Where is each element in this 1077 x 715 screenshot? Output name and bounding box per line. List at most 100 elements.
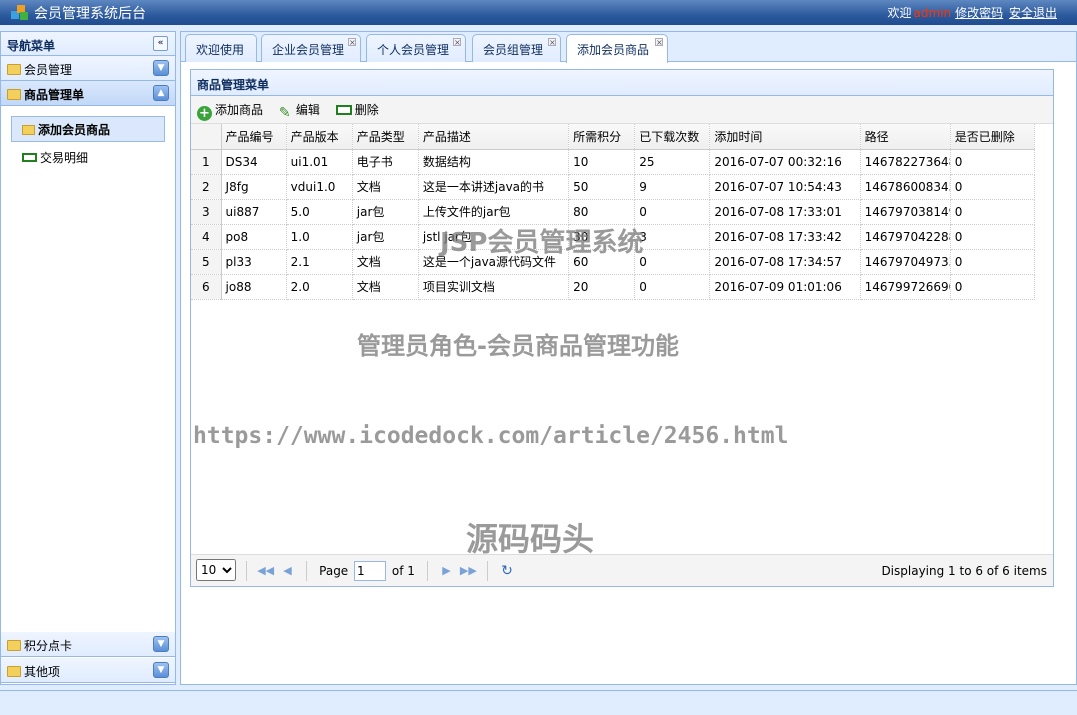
tab-enterprise-members[interactable]: 企业会员管理 × <box>261 34 361 62</box>
collapse-icon[interactable]: ▲ <box>153 85 169 101</box>
table-row[interactable]: 1 DS34 ui1.01 电子书 数据结构 10 25 2016-07-07 00:32:1… <box>191 149 1036 175</box>
change-password-link[interactable]: 修改密码 <box>955 6 1003 20</box>
table-cell: 2016-07-08 17:33:01 <box>709 199 861 225</box>
delete-button[interactable]: 删除 <box>335 101 379 118</box>
folder-icon <box>7 64 21 75</box>
collapse-panel-icon[interactable]: « <box>153 36 168 51</box>
row-number-header <box>191 124 222 150</box>
table-cell: ui1.01 <box>286 149 353 175</box>
nav-item-add-product[interactable]: 添加会员商品 <box>11 116 165 142</box>
table-cell: J8fg <box>221 174 287 200</box>
tab-member-groups[interactable]: 会员组管理 × <box>472 34 561 62</box>
add-product-button[interactable]: + 添加商品 <box>197 101 263 121</box>
refresh-icon[interactable]: ↻ <box>498 563 516 579</box>
table-cell: 项目实训文档 <box>418 274 570 300</box>
close-icon[interactable]: × <box>655 38 663 47</box>
table-cell: 电子书 <box>352 149 419 175</box>
expand-icon[interactable]: ▼ <box>153 60 169 76</box>
logout-link[interactable]: 安全退出 <box>1009 6 1057 20</box>
add-icon: + <box>197 106 212 121</box>
nav-section-other[interactable]: 其他项 ▼ <box>1 658 175 683</box>
table-cell: 25 <box>634 149 711 175</box>
nav-section-product[interactable]: 商品管理单 ▲ <box>1 81 175 106</box>
table-cell: 50 <box>568 174 636 200</box>
column-header[interactable]: 产品描述 <box>418 124 570 150</box>
table-row[interactable]: 4 po8 1.0 jar包 jstl jar包 30 3 2016-07-08 17:33:… <box>191 224 1036 250</box>
close-icon[interactable]: × <box>548 38 556 47</box>
nav-title: 导航菜单 <box>7 39 56 53</box>
tab-label: 个人会员管理 <box>377 43 450 57</box>
table-cell: vdui1.0 <box>286 174 353 200</box>
table-cell: 80 <box>568 199 636 225</box>
column-header[interactable]: 已下载次数 <box>634 124 711 150</box>
page-number-input[interactable] <box>354 560 387 581</box>
expand-icon[interactable]: ▼ <box>153 662 169 678</box>
table-cell: 2016-07-08 17:33:42 <box>709 224 861 250</box>
table-cell: 3 <box>634 224 711 250</box>
table-cell: 30 <box>568 224 636 250</box>
column-header[interactable]: 是否已删除 <box>950 124 1036 150</box>
column-header[interactable]: 路径 <box>860 124 951 150</box>
folder-icon <box>7 666 21 677</box>
table-cell: 这是一个java源代码文件 <box>418 249 570 275</box>
table-row[interactable]: 5 pl33 2.1 文档 这是一个java源代码文件 60 0 2016-07-08 17:… <box>191 249 1036 275</box>
table-cell: jar包 <box>352 224 419 250</box>
tab-welcome[interactable]: 欢迎使用 <box>185 34 257 62</box>
first-page-icon[interactable]: ◀◀ <box>257 564 275 577</box>
column-header[interactable]: 产品版本 <box>286 124 353 150</box>
tab-label: 会员组管理 <box>483 43 544 57</box>
folder-icon <box>22 125 35 135</box>
table-cell: ui887 <box>221 199 287 225</box>
nav-item-transactions[interactable]: 交易明细 <box>11 144 165 170</box>
separator <box>245 560 247 581</box>
table-row[interactable]: 6 jo88 2.0 文档 项目实训文档 20 0 2016-07-09 01:01:06 14… <box>191 274 1036 300</box>
table-cell: 60 <box>568 249 636 275</box>
column-header[interactable]: 产品编号 <box>221 124 287 150</box>
nav-section-label: 商品管理单 <box>24 88 85 102</box>
grid-toolbar: + 添加商品 ✎ 编辑 删除 <box>191 96 1053 124</box>
table-cell: 0 <box>950 224 1036 250</box>
table-cell: 2016-07-07 10:54:43 <box>709 174 861 200</box>
nav-section-label: 其他项 <box>24 665 61 679</box>
table-cell: 146782273648 <box>860 149 951 175</box>
separator <box>487 560 489 581</box>
close-icon[interactable]: × <box>348 38 356 47</box>
user-menu: 欢迎 admin 修改密码 安全退出 <box>888 4 1057 21</box>
nav-item-label: 添加会员商品 <box>38 123 111 137</box>
product-grid-panel: 商品管理菜单 + 添加商品 ✎ 编辑 删除 产品编号 产品版本 产品类型 产品描述 … <box>190 69 1054 587</box>
table-cell: jar包 <box>352 199 419 225</box>
column-header[interactable]: 所需积分 <box>568 124 636 150</box>
column-header[interactable]: 产品类型 <box>352 124 419 150</box>
card-icon <box>22 153 37 162</box>
table-row[interactable]: 2 J8fg vdui1.0 文档 这是一本讲述java的书 50 9 2016-07-07 … <box>191 174 1036 200</box>
tab-personal-members[interactable]: 个人会员管理 × <box>366 34 466 62</box>
table-cell: pl33 <box>221 249 287 275</box>
table-cell: 上传文件的jar包 <box>418 199 570 225</box>
username: admin <box>913 6 952 20</box>
app-title: 会员管理系统后台 <box>34 6 146 22</box>
nav-panel-header: 导航菜单 « <box>1 32 175 56</box>
close-icon[interactable]: × <box>453 38 461 47</box>
edit-button[interactable]: ✎ 编辑 <box>279 101 320 120</box>
row-number: 5 <box>191 249 222 275</box>
table-cell: 2.0 <box>286 274 353 300</box>
table-cell: 146797038149 <box>860 199 951 225</box>
table-cell: 9 <box>634 174 711 200</box>
column-header[interactable]: 添加时间 <box>709 124 861 150</box>
tab-add-member-product[interactable]: 添加会员商品 × <box>566 34 668 63</box>
tab-label: 添加会员商品 <box>577 43 650 57</box>
pencil-icon: ✎ <box>278 105 291 121</box>
row-number: 4 <box>191 224 222 250</box>
table-cell: 2.1 <box>286 249 353 275</box>
table-cell: 0 <box>634 199 711 225</box>
table-cell: 0 <box>950 274 1036 300</box>
prev-page-icon[interactable]: ◀ <box>278 564 296 577</box>
nav-section-points[interactable]: 积分点卡 ▼ <box>1 632 175 657</box>
delete-icon <box>335 105 352 115</box>
table-row[interactable]: 3 ui887 5.0 jar包 上传文件的jar包 80 0 2016-07-08 17:3… <box>191 199 1036 225</box>
page-size-select[interactable]: 10 <box>196 559 236 581</box>
last-page-icon[interactable]: ▶▶ <box>459 564 477 577</box>
next-page-icon[interactable]: ▶ <box>438 564 456 577</box>
nav-section-member[interactable]: 会员管理 ▼ <box>1 56 175 81</box>
expand-icon[interactable]: ▼ <box>153 636 169 652</box>
